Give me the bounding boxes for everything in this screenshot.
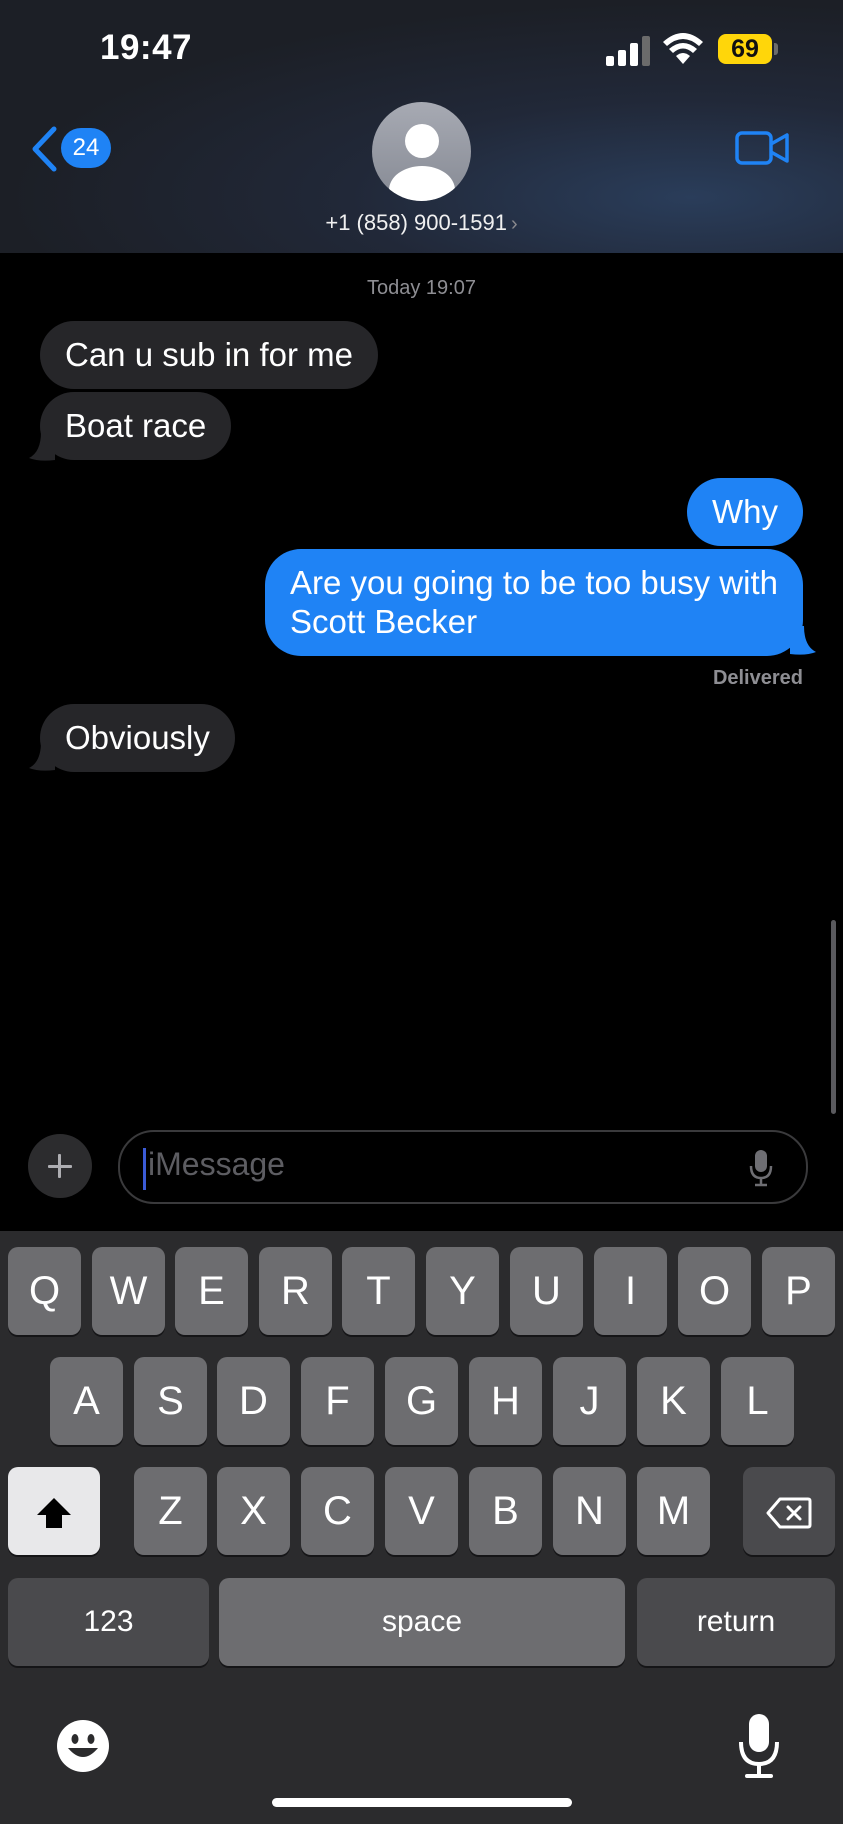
- key-j[interactable]: J: [553, 1357, 626, 1445]
- message-text: Can u sub in for me: [65, 336, 353, 373]
- message-text: Boat race: [65, 407, 207, 444]
- key-e[interactable]: E: [175, 1247, 248, 1335]
- key-r[interactable]: R: [259, 1247, 332, 1335]
- video-camera-icon[interactable]: [734, 128, 790, 168]
- key-i[interactable]: I: [594, 1247, 667, 1335]
- microphone-icon[interactable]: [749, 1148, 773, 1188]
- message-bubble-sent[interactable]: Are you going to be too busy with Scott …: [265, 549, 803, 656]
- key-y[interactable]: Y: [426, 1247, 499, 1335]
- battery-cap: [774, 43, 778, 55]
- message-text: Obviously: [65, 719, 210, 756]
- status-time: 19:47: [100, 28, 193, 67]
- conversation-header: 19:47 69 24 +1 (858) 900-1591 ›: [0, 0, 843, 253]
- contact-number: +1 (858) 900-1591: [325, 210, 507, 235]
- delete-icon: [766, 1497, 812, 1529]
- contact-name-button[interactable]: +1 (858) 900-1591 ›: [0, 210, 843, 236]
- wifi-icon: [663, 33, 703, 64]
- message-text: Why: [712, 493, 778, 530]
- text-cursor: [143, 1148, 146, 1190]
- key-w[interactable]: W: [92, 1247, 165, 1335]
- key-o[interactable]: O: [678, 1247, 751, 1335]
- dictation-icon[interactable]: [738, 1712, 780, 1780]
- key-q[interactable]: Q: [8, 1247, 81, 1335]
- key-m[interactable]: M: [637, 1467, 710, 1555]
- message-bubble-received[interactable]: Can u sub in for me: [40, 321, 378, 389]
- bubble-tail: [29, 432, 55, 461]
- back-chevron-icon[interactable]: [30, 126, 58, 172]
- unread-count-badge[interactable]: 24: [61, 128, 111, 168]
- shift-icon: [37, 1498, 71, 1529]
- key-g[interactable]: G: [385, 1357, 458, 1445]
- key-z[interactable]: Z: [134, 1467, 207, 1555]
- key-h[interactable]: H: [469, 1357, 542, 1445]
- plus-icon[interactable]: [28, 1134, 92, 1198]
- key-f[interactable]: F: [301, 1357, 374, 1445]
- key-x[interactable]: X: [217, 1467, 290, 1555]
- key-d[interactable]: D: [217, 1357, 290, 1445]
- return-key[interactable]: return: [637, 1578, 835, 1666]
- message-text-line: Scott Becker: [290, 603, 478, 640]
- key-n[interactable]: N: [553, 1467, 626, 1555]
- numbers-key[interactable]: 123: [8, 1578, 209, 1666]
- message-bubble-sent[interactable]: Why: [687, 478, 803, 546]
- battery-indicator: 69: [718, 34, 772, 64]
- home-indicator[interactable]: [272, 1798, 572, 1807]
- delete-key[interactable]: [743, 1467, 835, 1555]
- avatar-icon[interactable]: [372, 102, 471, 201]
- message-input-placeholder: iMessage: [148, 1146, 285, 1182]
- key-a[interactable]: A: [50, 1357, 123, 1445]
- message-bubble-received[interactable]: Obviously: [40, 704, 235, 772]
- cellular-signal-icon: [606, 36, 652, 66]
- key-u[interactable]: U: [510, 1247, 583, 1335]
- key-k[interactable]: K: [637, 1357, 710, 1445]
- key-s[interactable]: S: [134, 1357, 207, 1445]
- emoji-icon[interactable]: [56, 1719, 110, 1773]
- space-key[interactable]: space: [219, 1578, 625, 1666]
- key-v[interactable]: V: [385, 1467, 458, 1555]
- key-c[interactable]: C: [301, 1467, 374, 1555]
- chevron-right-icon: ›: [510, 213, 518, 235]
- bubble-tail: [790, 626, 816, 655]
- message-bubble-received[interactable]: Boat race: [40, 392, 232, 460]
- conversation-timestamp: Today 19:07: [367, 277, 476, 299]
- key-p[interactable]: P: [762, 1247, 835, 1335]
- shift-key[interactable]: [8, 1467, 100, 1555]
- key-t[interactable]: T: [342, 1247, 415, 1335]
- scrollbar[interactable]: [831, 920, 836, 1114]
- key-b[interactable]: B: [469, 1467, 542, 1555]
- key-l[interactable]: L: [721, 1357, 794, 1445]
- message-text-line: Are you going to be too busy with: [290, 564, 778, 601]
- delivery-status: Delivered: [712, 667, 803, 689]
- bubble-tail: [29, 742, 55, 771]
